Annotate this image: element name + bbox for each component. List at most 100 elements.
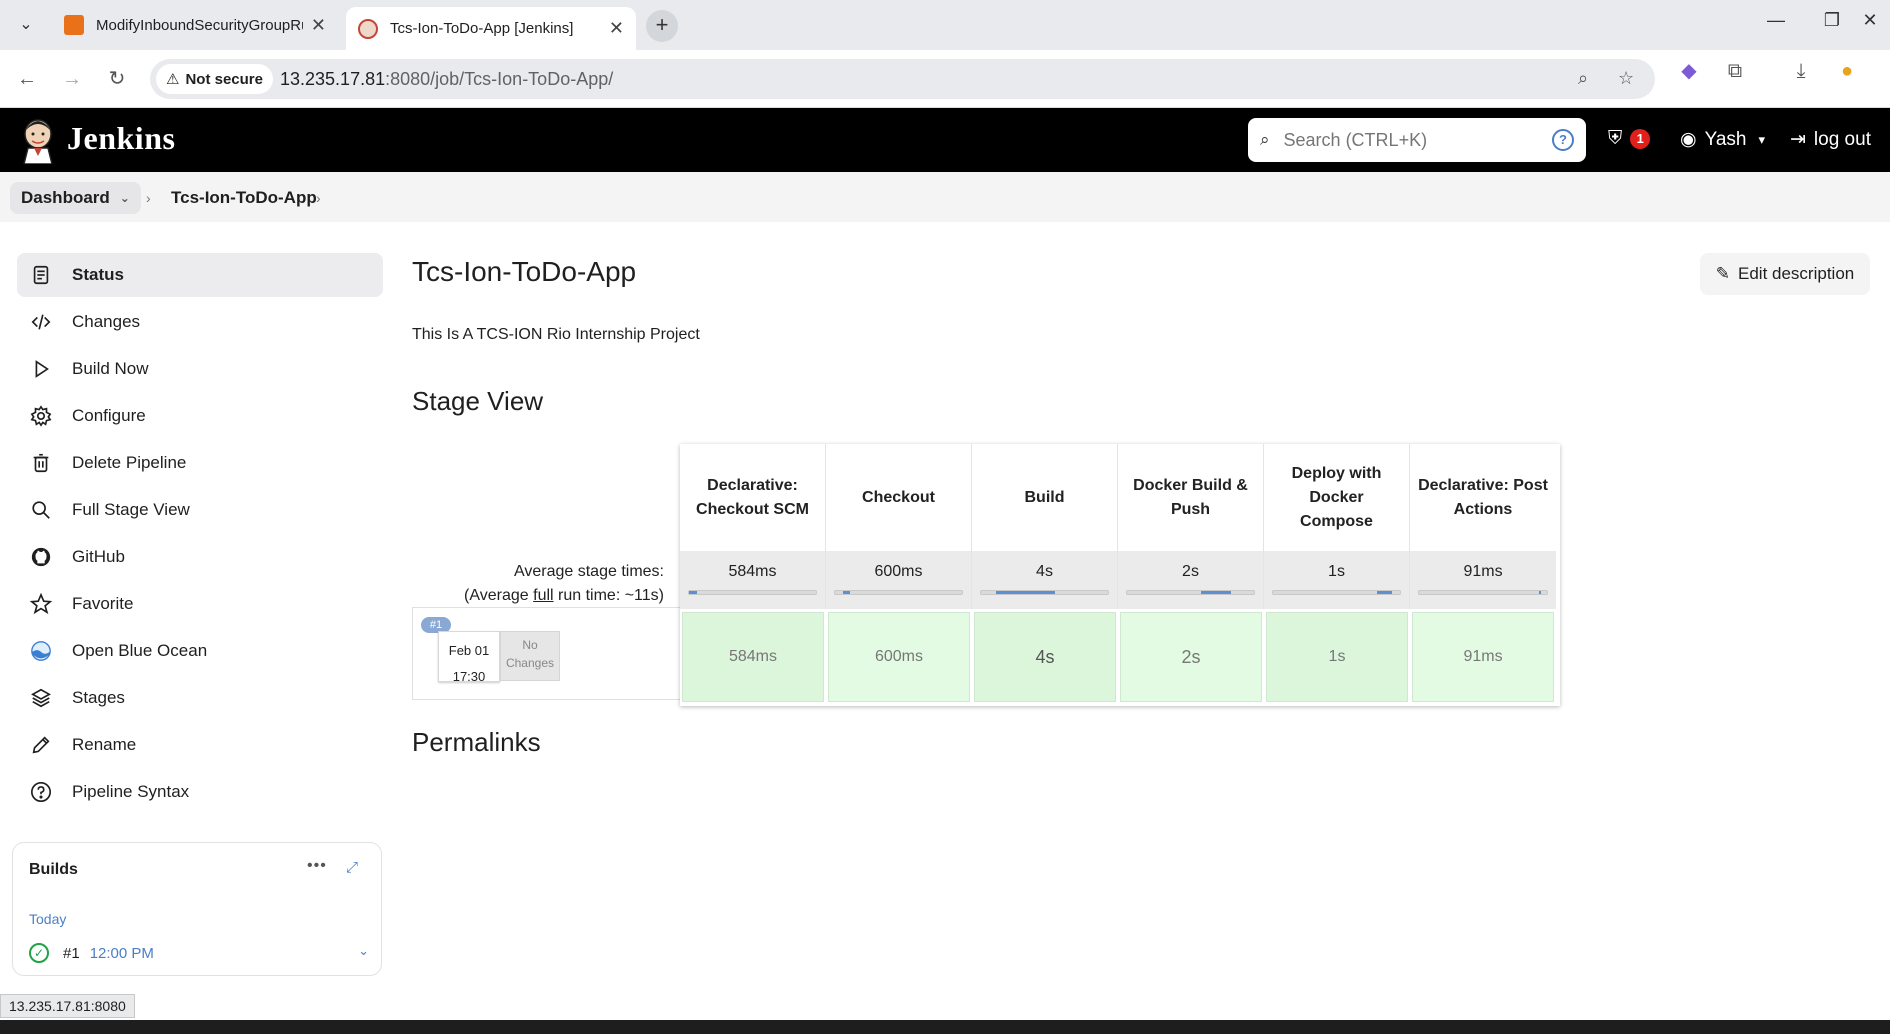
close-icon[interactable]: ✕ [311, 15, 326, 36]
run-date: Feb 01 17:30 [438, 631, 500, 684]
stage-average: 600ms [826, 551, 972, 609]
security-chip[interactable]: ⚠ Not secure [156, 64, 273, 94]
download-icon[interactable]: ⤓ [1788, 58, 1814, 84]
stage-header: Checkout [826, 444, 972, 551]
stage-run-cell[interactable]: 91ms [1412, 612, 1554, 702]
stage-progress-bar [1272, 590, 1401, 595]
stage-header: Build [972, 444, 1118, 551]
stage-run-cell[interactable]: 2s [1120, 612, 1262, 702]
sidebar-item-stages[interactable]: Stages [17, 676, 383, 720]
average-stage-times-label: Average stage times: (Average full run t… [430, 560, 664, 608]
stage-average-time: 2s [1182, 563, 1199, 580]
sidebar-item-rename[interactable]: Rename [17, 723, 383, 767]
run-changes[interactable]: No Changes [500, 631, 560, 681]
back-icon[interactable]: ← [12, 64, 42, 94]
chevron-down-icon[interactable]: ⌄ [120, 191, 130, 205]
sidebar-item-label: Rename [72, 735, 137, 754]
minimize-icon[interactable]: — [1756, 10, 1796, 31]
sidebar-item-build-now[interactable]: Build Now [17, 347, 383, 391]
sidebar-item-status[interactable]: Status [17, 253, 383, 297]
builds-panel: Builds ••• ⤢ Today ✓ #1 12:00 PM ⌄ [12, 842, 382, 976]
sidebar-item-label: Status [72, 265, 124, 284]
forward-icon[interactable]: → [57, 64, 87, 94]
chevron-down-icon[interactable]: ⌄ [358, 943, 369, 959]
breadcrumb-label: Dashboard [21, 188, 110, 207]
user-menu[interactable]: ◉ Yash ▾ [1680, 128, 1765, 151]
avg-label-line2: (Average full run time: ~11s) [464, 587, 664, 604]
tab-title: Tcs-Ion-ToDo-App [Jenkins] [390, 20, 574, 37]
breadcrumb: Dashboard ⌄ › Tcs-Ion-ToDo-App › [0, 172, 1890, 222]
browser-tab[interactable]: ModifyInboundSecurityGroupRules ✕ [52, 7, 338, 43]
breadcrumb-dashboard[interactable]: Dashboard ⌄ [10, 182, 141, 214]
stage-run-cell[interactable]: 1s [1266, 612, 1408, 702]
run-date-time: 17:30 [452, 669, 486, 684]
build-time[interactable]: 12:00 PM [90, 945, 154, 962]
url-text[interactable]: 13.235.17.81:8080/job/Tcs-Ion-ToDo-App/ [280, 69, 613, 90]
stage-average-time: 91ms [1463, 563, 1503, 580]
jenkins-header: Jenkins ⌕ ? ⛨ 1 ◉ Yash ▾ ⇥ log out [0, 108, 1890, 172]
breadcrumb-job[interactable]: Tcs-Ion-ToDo-App [160, 182, 328, 214]
user-icon: ◉ [1680, 129, 1697, 150]
stage-progress-bar [1418, 590, 1548, 595]
jenkins-logo-icon[interactable] [20, 118, 56, 164]
sidebar-item-open-blue-ocean[interactable]: Open Blue Ocean [17, 629, 383, 673]
expand-icon[interactable]: ⤢ [346, 859, 358, 876]
logout-link[interactable]: ⇥ log out [1790, 128, 1871, 151]
edit-description-label: Edit description [1738, 264, 1855, 283]
close-icon[interactable]: ✕ [609, 18, 624, 39]
sidebar-item-github[interactable]: GitHub [17, 535, 383, 579]
edit-description-button[interactable]: ✎ Edit description [1700, 253, 1870, 295]
stage-header: Declarative: Post Actions [1418, 476, 1548, 518]
window-close-icon[interactable]: ✕ [1850, 10, 1890, 31]
user-name: Yash [1704, 128, 1747, 150]
address-bar[interactable]: ⚠ Not secure 13.235.17.81:8080/job/Tcs-I… [150, 59, 1655, 99]
copilot-icon[interactable]: ◆ [1676, 58, 1702, 84]
bookmark-star-icon[interactable]: ☆ [1618, 68, 1634, 89]
stage-average: 584ms [680, 551, 826, 609]
tab-search-icon[interactable]: ⌄ [12, 13, 40, 37]
stage-run-cell[interactable]: 584ms [682, 612, 824, 702]
sidebar-item-full-stage-view[interactable]: Full Stage View [17, 488, 383, 532]
jenkins-icon [358, 18, 378, 39]
extensions-icon[interactable]: ⧉ [1722, 58, 1748, 84]
sidebar-item-label: Build Now [72, 359, 149, 378]
sidebar-item-label: Full Stage View [72, 500, 190, 519]
reload-icon[interactable]: ↻ [102, 64, 132, 94]
builds-title: Builds [29, 861, 78, 878]
stage-run-cell[interactable]: 4s [974, 612, 1116, 702]
sidebar-item-favorite[interactable]: Favorite [17, 582, 383, 626]
sidebar-item-label: Configure [72, 406, 146, 425]
build-row[interactable]: ✓ #1 12:00 PM ⌄ [29, 941, 369, 965]
more-options-icon[interactable]: ••• [307, 857, 327, 875]
stage-run-cell[interactable]: 600ms [828, 612, 970, 702]
pencil-icon: ✎ [1715, 264, 1730, 283]
browser-tab-active[interactable]: Tcs-Ion-ToDo-App [Jenkins] ✕ [346, 7, 636, 50]
tab-title: ModifyInboundSecurityGroupRules [96, 16, 303, 34]
full-run-link[interactable]: full [533, 587, 553, 604]
zoom-icon[interactable]: ⌕ [1578, 68, 1588, 89]
document-icon [29, 263, 53, 287]
browser-tab-bar: ⌄ ModifyInboundSecurityGroupRules ✕ Tcs-… [0, 0, 1890, 50]
chevron-right-icon[interactable]: › [316, 190, 321, 206]
sidebar-item-pipeline-syntax[interactable]: Pipeline Syntax [17, 770, 383, 814]
profile-avatar[interactable]: ● [1834, 58, 1860, 84]
help-icon[interactable]: ? [1552, 129, 1574, 151]
shield-icon: ⛨ [1608, 128, 1623, 149]
jenkins-brand[interactable]: Jenkins [67, 120, 175, 157]
security-alerts[interactable]: ⛨ 1 [1608, 128, 1651, 150]
build-number[interactable]: #1 [63, 945, 80, 962]
success-check-icon: ✓ [29, 943, 49, 963]
star-icon [29, 592, 53, 616]
sidebar: Status Changes Build Now Configure Delet… [17, 253, 383, 817]
stage-average: 2s [1118, 551, 1264, 609]
search-box[interactable]: ⌕ ? [1248, 118, 1586, 162]
new-tab-button[interactable]: + [646, 10, 678, 42]
restore-icon[interactable]: ❐ [1812, 10, 1852, 31]
sidebar-item-delete-pipeline[interactable]: Delete Pipeline [17, 441, 383, 485]
stage-average-time: 584ms [728, 563, 777, 580]
sidebar-item-changes[interactable]: Changes [17, 300, 383, 344]
stage-progress-bar [688, 590, 817, 595]
chevron-right-icon: › [146, 190, 151, 206]
sidebar-item-configure[interactable]: Configure [17, 394, 383, 438]
search-input[interactable] [1283, 129, 1552, 151]
